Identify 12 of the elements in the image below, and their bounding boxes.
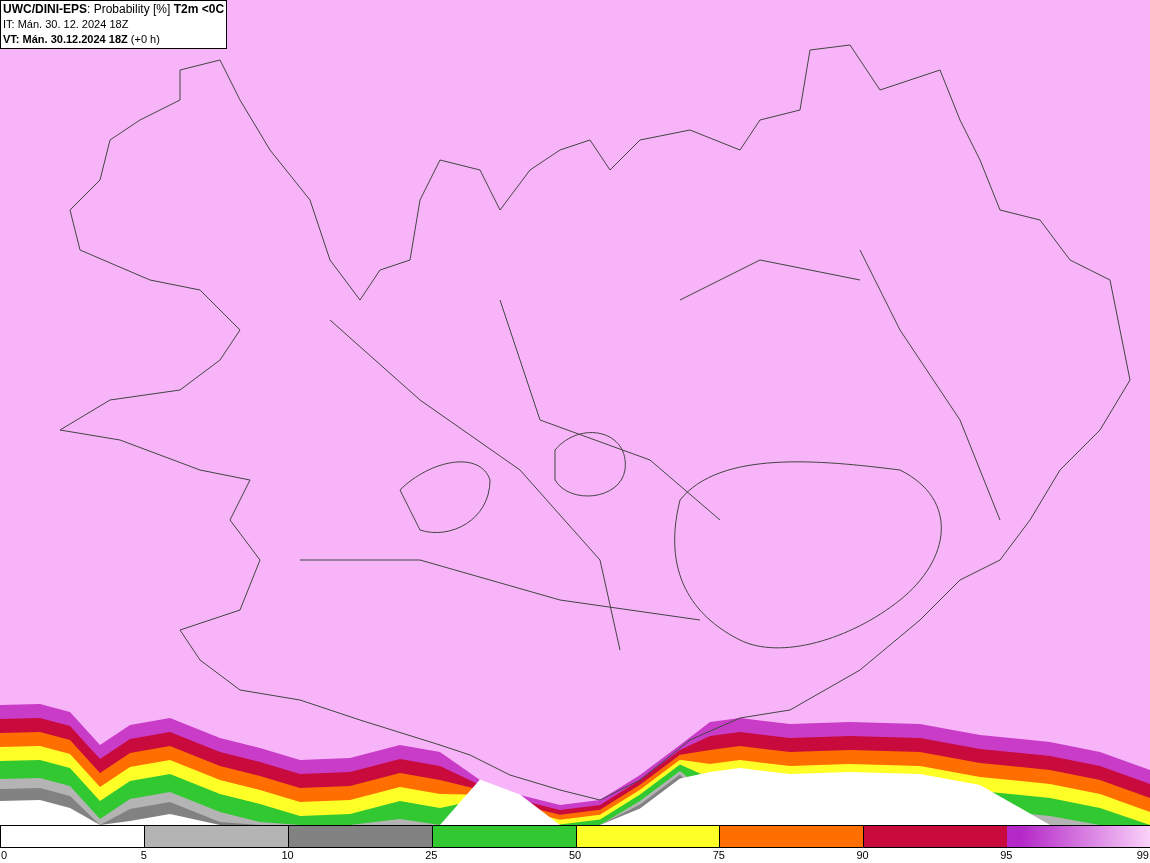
scale-label: 90 [856,848,869,862]
scale-label: 10 [281,848,294,862]
map-title: UWC/DINI-EPS: Probability [%] T2m <0C [3,2,225,17]
scale-label: 0 [1,848,8,862]
scale-label: 50 [568,848,582,862]
scale-label: 5 [140,848,147,862]
scale-label: 99 [1136,848,1149,862]
scale-label: 95 [1000,848,1013,862]
scale-label: 75 [712,848,725,862]
scale-label: 25 [425,848,438,862]
valid-time: VT: Mán. 30.12.2024 18Z (+0 h) [3,32,161,47]
initial-time: IT: Mán. 30. 12. 2024 18Z [3,17,130,32]
